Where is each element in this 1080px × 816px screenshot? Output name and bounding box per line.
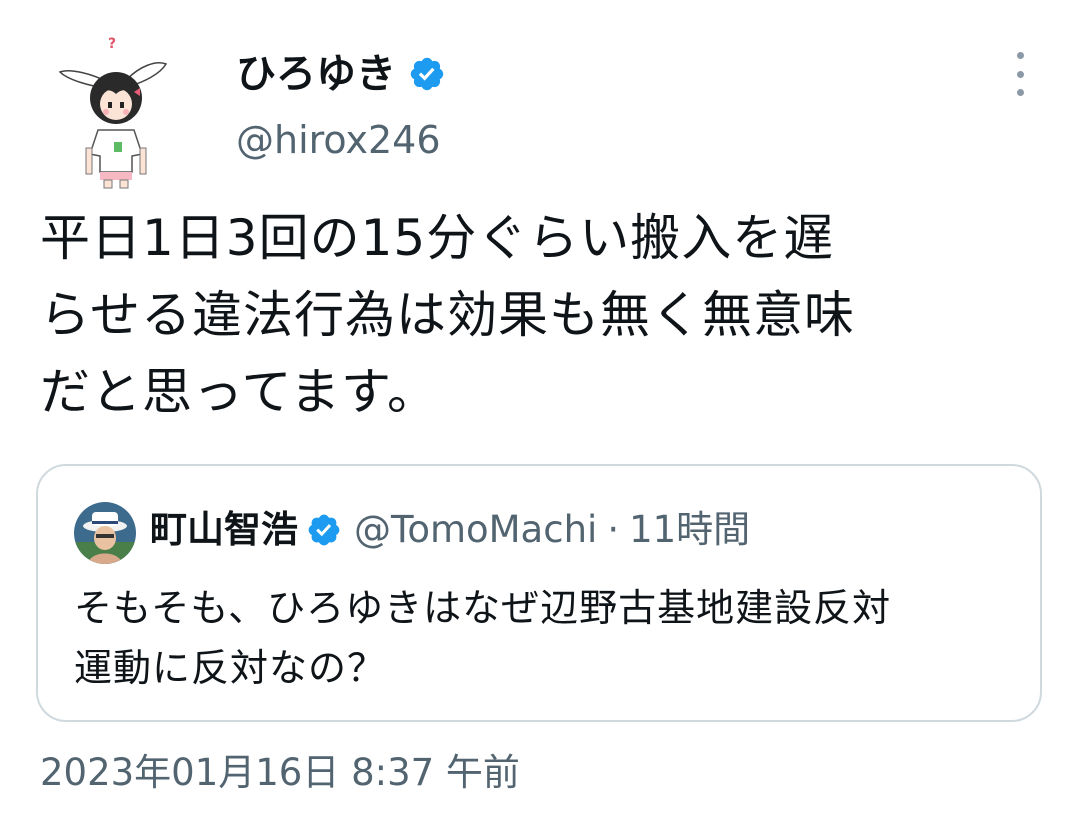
quote-separator: ·: [607, 508, 620, 551]
verified-badge-icon: [410, 57, 444, 91]
quote-text: そもそも、ひろゆきはなぜ辺野古基地建設反対 運動に反対なの？: [74, 578, 1024, 698]
author-display-name[interactable]: ひろゆき: [236, 48, 396, 100]
quote-author-avatar[interactable]: [74, 502, 136, 564]
quote-time-ago[interactable]: 11時間: [629, 504, 750, 556]
verified-badge-icon: [308, 514, 340, 546]
quoted-tweet-card[interactable]: 町山智浩 @TomoMachi · 11時間 そもそも、ひろゆきはなぜ辺野古基地…: [36, 464, 1042, 722]
more-vertical-icon-dot: [1016, 89, 1024, 96]
more-vertical-icon-dot: [1016, 70, 1024, 78]
svg-text:?: ?: [108, 36, 116, 52]
quote-text-line: そもそも、ひろゆきはなぜ辺野古基地建設反対: [74, 586, 892, 630]
quote-author-handle[interactable]: @TomoMachi: [354, 504, 597, 556]
tweet-text-line: だと思ってます。: [40, 363, 438, 421]
more-vertical-icon-dot: [1016, 52, 1024, 59]
more-options-button[interactable]: [1006, 52, 1034, 96]
author-avatar[interactable]: ?: [52, 30, 176, 190]
tweet-text: 平日1日3回の15分ぐらい搬入を遅 らせる違法行為は効果も無く無意味 だと思って…: [40, 200, 1050, 431]
bunny-ear-girl-avatar-icon: ?: [58, 36, 168, 189]
quote-author-name[interactable]: 町山智浩: [150, 504, 298, 556]
tweet-text-line: らせる違法行為は効果も無く無意味: [40, 286, 855, 344]
tweet-text-line: 平日1日3回の15分ぐらい搬入を遅: [40, 209, 835, 267]
tweet-timestamp[interactable]: 2023年01月16日 8:37 午前: [40, 748, 520, 798]
quote-text-line: 運動に反対なの？: [74, 646, 387, 690]
author-name-row[interactable]: ひろゆき: [236, 48, 446, 100]
author-handle[interactable]: @hirox246: [236, 116, 441, 164]
person-with-hat-avatar-icon: [74, 502, 136, 564]
quote-header: 町山智浩 @TomoMachi · 11時間: [150, 504, 750, 556]
